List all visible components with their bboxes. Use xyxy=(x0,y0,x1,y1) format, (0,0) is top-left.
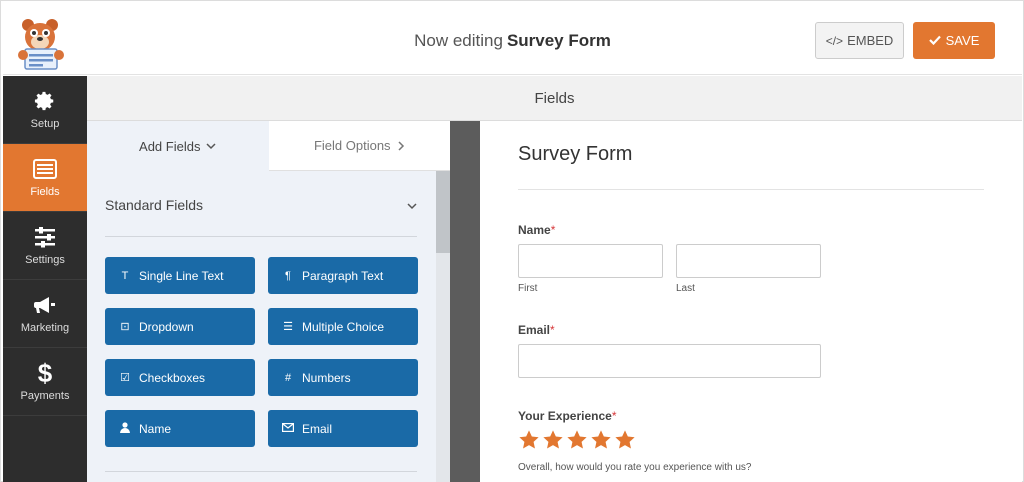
hash-icon: # xyxy=(284,371,292,384)
label-text: Email xyxy=(518,323,551,337)
chevron-down-icon xyxy=(206,143,216,150)
numbers-button[interactable]: # Numbers xyxy=(268,359,418,396)
multiple-choice-button[interactable]: ☰ Multiple Choice xyxy=(268,308,418,345)
save-label: SAVE xyxy=(945,33,980,48)
first-sublabel: First xyxy=(518,283,538,294)
button-label: Email xyxy=(302,421,333,436)
button-label: Paragraph Text xyxy=(302,268,384,283)
tab-field-options[interactable]: Field Options xyxy=(268,121,450,171)
top-bar: Now editing Survey Form </> EMBED SAVE xyxy=(3,7,1022,75)
form-preview: Survey Form Name* First Last Email* Your… xyxy=(480,121,1022,482)
rating-stars xyxy=(518,429,636,451)
sliders-icon xyxy=(35,226,55,247)
standard-fields-header[interactable]: Standard Fields xyxy=(105,197,417,237)
dollar-icon: $ xyxy=(37,357,53,388)
first-name-input[interactable] xyxy=(518,244,663,278)
email-input[interactable] xyxy=(518,344,821,378)
section-title: Fields xyxy=(87,76,1022,121)
save-button[interactable]: SAVE xyxy=(913,22,995,59)
tab-label: Add Fields xyxy=(139,138,201,154)
app-frame: Now editing Survey Form </> EMBED SAVE Se… xyxy=(0,0,1024,482)
name-button[interactable]: Name xyxy=(105,410,255,447)
user-icon xyxy=(119,421,131,436)
label-text: Name xyxy=(518,223,551,237)
last-sublabel: Last xyxy=(676,283,695,294)
panel-tabs: Add Fields Field Options xyxy=(87,121,450,171)
fields-panel: Add Fields Field Options Standard Fields… xyxy=(87,121,450,482)
list-icon xyxy=(33,158,57,179)
embed-label: EMBED xyxy=(847,33,894,48)
dropdown-icon: ⊡ xyxy=(120,321,130,333)
divider xyxy=(105,471,417,472)
button-label: Multiple Choice xyxy=(302,319,385,334)
form-name: Survey Form xyxy=(506,31,611,50)
paragraph-text-button[interactable]: ¶ Paragraph Text xyxy=(268,257,418,294)
single-line-text-button[interactable]: T Single Line Text xyxy=(105,257,255,294)
checkbox-icon: ☑ xyxy=(120,372,130,384)
star-icon[interactable] xyxy=(590,429,612,451)
sidebar-item-fields[interactable]: Fields xyxy=(3,144,87,212)
megaphone-icon xyxy=(34,296,55,313)
sidebar-item-label: Settings xyxy=(25,253,65,266)
button-label: Single Line Text xyxy=(139,268,224,283)
scrollbar-thumb[interactable] xyxy=(436,171,450,253)
sidebar-item-settings[interactable]: Settings xyxy=(3,212,87,280)
sidebar-item-label: Marketing xyxy=(20,321,70,334)
email-button[interactable]: Email xyxy=(268,410,418,447)
check-icon xyxy=(928,33,941,48)
tab-label: Field Options xyxy=(313,138,391,153)
sidebar-item-label: Setup xyxy=(30,117,60,130)
last-name-input[interactable] xyxy=(676,244,821,278)
envelope-icon xyxy=(282,422,295,435)
button-label: Dropdown xyxy=(139,319,194,334)
paragraph-icon: ¶ xyxy=(285,269,291,282)
button-label: Name xyxy=(139,421,172,436)
sidebar-item-label: Fields xyxy=(30,185,60,198)
star-icon[interactable] xyxy=(614,429,636,451)
sidebar: Setup Fields Settings Marketing $ Paymen… xyxy=(3,76,87,482)
chevron-right-icon xyxy=(398,140,404,151)
star-icon[interactable] xyxy=(542,429,564,451)
dropdown-button[interactable]: ⊡ Dropdown xyxy=(105,308,255,345)
label-text: Your Experience xyxy=(518,409,612,423)
chevron-down-icon xyxy=(407,203,417,210)
form-title: Survey Form xyxy=(518,143,633,165)
star-icon[interactable] xyxy=(566,429,588,451)
text-icon: T xyxy=(121,269,129,282)
tab-add-fields[interactable]: Add Fields xyxy=(87,121,269,171)
button-label: Checkboxes xyxy=(139,370,206,385)
required-mark: * xyxy=(611,409,617,423)
required-mark: * xyxy=(550,223,556,237)
experience-description: Overall, how would you rate you experien… xyxy=(518,462,752,473)
sidebar-item-label: Payments xyxy=(20,389,70,402)
sidebar-item-payments[interactable]: $ Payments xyxy=(3,348,87,416)
gear-icon xyxy=(34,91,54,110)
button-label: Numbers xyxy=(302,370,351,385)
group-title: Standard Fields xyxy=(105,197,204,213)
preview-gutter xyxy=(450,121,480,482)
sidebar-item-setup[interactable]: Setup xyxy=(3,76,87,144)
divider xyxy=(518,189,984,190)
code-icon: </> xyxy=(825,33,844,48)
star-icon[interactable] xyxy=(518,429,540,451)
experience-field-label: Your Experience* xyxy=(518,409,617,423)
sidebar-item-marketing[interactable]: Marketing xyxy=(3,280,87,348)
embed-button[interactable]: </> EMBED xyxy=(815,22,904,59)
editing-prefix: Now editing xyxy=(414,31,503,50)
required-mark: * xyxy=(550,323,555,337)
name-field-label: Name* xyxy=(518,223,555,237)
list-bullets-icon: ☰ xyxy=(283,321,293,333)
checkboxes-button[interactable]: ☑ Checkboxes xyxy=(105,359,255,396)
email-field-label: Email* xyxy=(518,323,555,337)
